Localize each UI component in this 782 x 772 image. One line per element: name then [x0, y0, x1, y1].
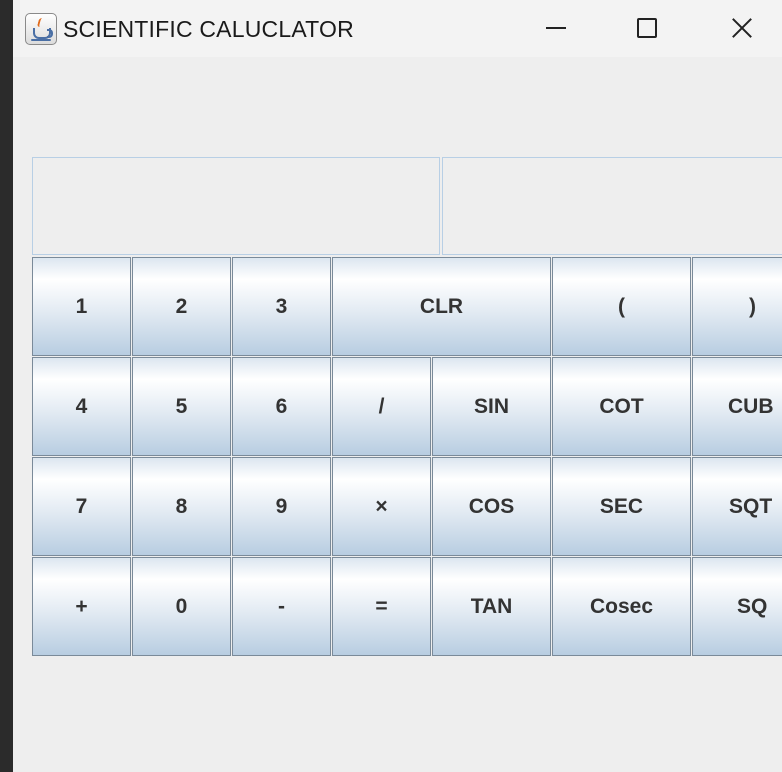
cos-button[interactable]: COS	[432, 457, 551, 556]
cosec-button[interactable]: Cosec	[552, 557, 691, 656]
button-6[interactable]: 6	[232, 357, 331, 456]
maximize-button[interactable]	[601, 0, 691, 57]
multiply-button[interactable]: ×	[332, 457, 431, 556]
window-title: SCIENTIFIC CALUCLATOR	[63, 16, 354, 42]
button-3[interactable]: 3	[232, 257, 331, 356]
tan-button[interactable]: TAN	[432, 557, 551, 656]
title-bar[interactable]: SCIENTIFIC CALUCLATOR	[13, 0, 782, 57]
button-5[interactable]: 5	[132, 357, 231, 456]
button-4[interactable]: 4	[32, 357, 131, 456]
minus-button[interactable]: -	[232, 557, 331, 656]
minimize-button[interactable]	[511, 0, 601, 57]
close-button[interactable]	[691, 0, 781, 57]
sin-button[interactable]: SIN	[432, 357, 551, 456]
sq-button[interactable]: SQ	[692, 557, 782, 656]
button-8[interactable]: 8	[132, 457, 231, 556]
cot-button[interactable]: COT	[552, 357, 691, 456]
button-2[interactable]: 2	[132, 257, 231, 356]
expression-display[interactable]	[32, 157, 440, 255]
button-7[interactable]: 7	[32, 457, 131, 556]
clear-button[interactable]: CLR	[332, 257, 551, 356]
equals-button[interactable]: =	[332, 557, 431, 656]
button-0[interactable]: 0	[132, 557, 231, 656]
button-1[interactable]: 1	[32, 257, 131, 356]
sec-button[interactable]: SEC	[552, 457, 691, 556]
java-cup-icon	[25, 13, 57, 45]
plus-button[interactable]: +	[32, 557, 131, 656]
open-paren-button[interactable]: (	[552, 257, 691, 356]
cub-button[interactable]: CUB	[692, 357, 782, 456]
divide-button[interactable]: /	[332, 357, 431, 456]
close-paren-button[interactable]: )	[692, 257, 782, 356]
button-9[interactable]: 9	[232, 457, 331, 556]
sqt-button[interactable]: SQT	[692, 457, 782, 556]
calculator-window: SCIENTIFIC CALUCLATOR 1 2 3 CLR ( ) 4 5 …	[13, 0, 782, 772]
result-display[interactable]	[442, 157, 782, 255]
